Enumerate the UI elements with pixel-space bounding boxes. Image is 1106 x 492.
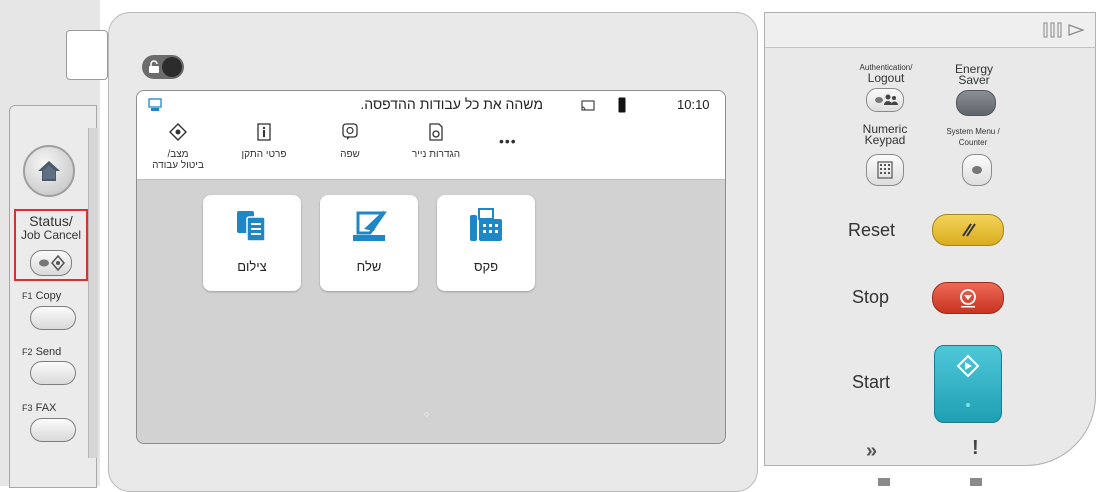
left-top-tab [66,30,108,80]
attention-led [970,478,982,486]
numeric-keypad-label: Numeric Keypad [855,123,915,147]
fax-icon [470,208,502,241]
send-key-label: F2 Send [22,346,61,358]
quick-status-job-cancel[interactable]: מצב/ ביטול עבודה [143,123,213,171]
reset-icon [962,223,976,237]
cast-icon [581,100,595,111]
status-icon [169,123,187,141]
lock-toggle-knob [162,57,182,77]
tile-copy[interactable]: צילום [203,195,301,291]
auth-logout-button[interactable] [866,88,904,112]
start-button[interactable] [934,345,1002,423]
copy-key-label: F1 Copy [22,290,61,302]
reset-button[interactable] [932,214,1004,246]
copy-fn-label: F1 [22,291,33,301]
tile-send[interactable]: שלח [320,195,418,291]
quick-status-label-2: ביטול עבודה [152,160,204,171]
stop-icon [960,289,976,308]
quick-paper-settings[interactable]: הגדרות נייר [401,123,471,160]
display-header: משהה את כל עבודות ההדפסה. 10:10 מצב/ ביט… [137,91,725,180]
fax-function-button[interactable] [30,418,76,442]
touch-display: משהה את כל עבודות ההדפסה. 10:10 מצב/ ביט… [136,90,726,444]
numeric-keypad-button[interactable] [866,154,904,186]
processing-led [878,478,890,486]
energy-saver-button[interactable] [956,90,996,116]
sysmenu-label-2: Counter [958,138,988,147]
auth-logout-icon [875,94,898,105]
device-status-icon[interactable] [148,98,162,112]
moon-icon [971,96,978,110]
more-options-button[interactable]: ••• [499,133,517,149]
processing-indicator-icon: » [866,440,877,462]
page-indicator: ○ [424,409,430,419]
send-function-button[interactable] [30,361,76,385]
right-control-panel [764,12,1096,466]
unlock-icon [149,60,159,73]
phone-icon [618,97,626,113]
energy-saver-label: Energy Saver [944,63,1004,87]
system-menu-icon [972,166,982,174]
keypad-icon [877,161,893,179]
home-icon [38,161,60,181]
status-highlight-box [14,209,88,281]
tile-send-label: שלח [356,259,382,274]
copy-function-button[interactable] [30,306,76,330]
status-message: משהה את כל עבודות ההדפסה. [360,96,543,112]
quick-device-info-label: פרטי התקן [241,149,287,160]
sysmenu-label-1: System Menu / [946,127,1000,136]
quick-language[interactable]: שפה [315,123,385,160]
send-fn-label: F2 [22,347,33,357]
tile-fax-label: פקס [473,259,499,274]
tile-copy-label: צילום [237,259,267,274]
panel-tilt-icon[interactable] [1043,22,1087,38]
language-icon [342,123,358,140]
reset-label: Reset [848,220,896,240]
clock: 10:10 [677,97,710,112]
copy-label: Copy [35,290,62,302]
fax-fn-label: F3 [22,403,33,413]
quick-language-label: שפה [340,149,360,160]
stop-button[interactable] [932,282,1004,314]
home-button[interactable] [23,145,75,197]
send-label: Send [35,346,62,358]
quick-device-info[interactable]: פרטי התקן [229,123,299,160]
copy-icon [237,211,266,242]
tile-fax[interactable]: פקס [437,195,535,291]
device-info-icon [257,123,271,141]
system-menu-button[interactable] [962,154,992,186]
attention-indicator-icon: ! [972,437,979,459]
send-icon [353,210,387,241]
fax-label: FAX [35,402,57,414]
start-label: Start [852,372,891,392]
left-panel-edge [88,128,98,458]
paper-settings-icon [429,123,443,141]
stop-label: Stop [852,287,890,307]
right-top-strip [764,12,1096,48]
auth-label-2: Logout [867,71,905,85]
energy-label-2: Saver [958,73,990,87]
quick-paper-settings-label: הגדרות נייר [411,149,461,160]
quick-status-label-1: מצב/ [167,149,189,160]
numeric-label-2: Keypad [864,133,906,147]
auth-logout-label: Authentication/ Logout [846,62,926,84]
start-icon [956,354,980,407]
system-menu-label: System Menu / Counter [935,126,1011,148]
fax-key-label: F3 FAX [22,402,56,414]
